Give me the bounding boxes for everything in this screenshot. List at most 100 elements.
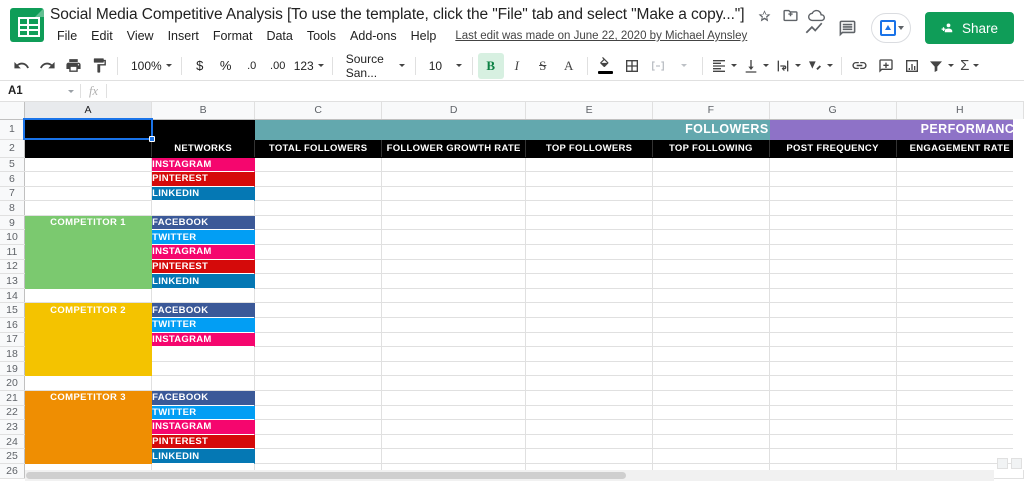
cell-B18[interactable] [151, 346, 256, 362]
cell-G11[interactable] [769, 244, 897, 260]
cell-C15[interactable] [254, 302, 383, 319]
cell-A19[interactable] [24, 361, 153, 377]
cell-E19[interactable] [525, 361, 654, 377]
cell-C14[interactable] [254, 288, 383, 304]
competitor-label[interactable]: COMPETITOR 2 [24, 302, 153, 319]
row-header-9[interactable]: 9 [0, 215, 25, 231]
network-tag-instagram[interactable]: INSTAGRAM [151, 244, 256, 260]
insert-link-icon[interactable] [847, 53, 873, 79]
subheader-networks[interactable]: NETWORKS [151, 139, 256, 158]
cell-A20[interactable] [24, 375, 153, 391]
last-edit-link[interactable]: Last edit was made on June 22, 2020 by M… [455, 30, 747, 42]
row-header-21[interactable]: 21 [0, 390, 25, 406]
cell-E12[interactable] [525, 259, 654, 275]
cell-F21[interactable] [652, 390, 770, 406]
cell-G17[interactable] [769, 332, 897, 348]
cell-E17[interactable] [525, 332, 654, 348]
menu-data[interactable]: Data [259, 27, 299, 45]
cell-D5[interactable] [381, 157, 527, 173]
cell-C21[interactable] [254, 390, 383, 406]
row-header-18[interactable]: 18 [0, 346, 25, 362]
sum-functions-icon[interactable]: Σ [957, 53, 983, 79]
cell-F5[interactable] [652, 157, 770, 173]
share-button[interactable]: Share [924, 12, 1014, 44]
font-size-selector[interactable]: 10 [421, 53, 467, 79]
cell-D8[interactable] [381, 200, 527, 216]
text-wrap-icon[interactable] [772, 53, 804, 79]
currency-format-button[interactable]: $ [187, 53, 213, 79]
cell-G13[interactable] [769, 273, 897, 289]
network-tag-pinterest[interactable]: PINTEREST [151, 434, 256, 450]
cell-B1[interactable] [151, 119, 256, 140]
paint-format-icon[interactable] [86, 53, 112, 79]
move-to-folder-icon[interactable] [782, 7, 799, 24]
cell-C6[interactable] [254, 171, 383, 187]
cell-G21[interactable] [769, 390, 897, 406]
cell-A8[interactable] [24, 200, 153, 216]
cell-F6[interactable] [652, 171, 770, 187]
present-button[interactable] [870, 13, 911, 43]
row-header-12[interactable]: 12 [0, 259, 25, 275]
network-tag-twitter[interactable]: TWITTER [151, 317, 256, 333]
cell-A23[interactable] [24, 419, 153, 435]
cell-F25[interactable] [652, 448, 770, 464]
cell-H23[interactable] [896, 419, 1024, 435]
cell-B8[interactable] [151, 200, 256, 216]
cell-H15[interactable] [896, 302, 1024, 319]
row-header-26[interactable]: 26 [0, 463, 25, 479]
italic-button[interactable]: I [504, 53, 530, 79]
fill-color-icon[interactable] [593, 53, 619, 79]
undo-icon[interactable] [8, 53, 34, 79]
cell-F17[interactable] [652, 332, 770, 348]
cell-C16[interactable] [254, 317, 383, 333]
cell-E15[interactable] [525, 302, 654, 319]
cell-D14[interactable] [381, 288, 527, 304]
increase-decimal-button[interactable]: .00 [265, 53, 291, 79]
cell-E14[interactable] [525, 288, 654, 304]
cell-D12[interactable] [381, 259, 527, 275]
subheader-post-frequency[interactable]: POST FREQUENCY [769, 139, 897, 158]
row-header-23[interactable]: 23 [0, 419, 25, 435]
cell-G18[interactable] [769, 346, 897, 362]
cell-F23[interactable] [652, 419, 770, 435]
merge-dropdown[interactable] [671, 53, 697, 79]
network-tag-linkedin[interactable]: LINKEDIN [151, 448, 256, 464]
cell-G6[interactable] [769, 171, 897, 187]
cell-A22[interactable] [24, 405, 153, 421]
cell-A14[interactable] [24, 288, 153, 304]
column-header-c[interactable]: C [254, 102, 383, 120]
cell-C23[interactable] [254, 419, 383, 435]
cell-H11[interactable] [896, 244, 1024, 260]
text-rotation-icon[interactable] [804, 53, 836, 79]
network-tag-facebook[interactable]: FACEBOOK [151, 302, 256, 319]
decrease-decimal-button[interactable]: .0 [239, 53, 265, 79]
cell-H17[interactable] [896, 332, 1024, 348]
subheader-blank[interactable] [24, 139, 153, 158]
cell-C17[interactable] [254, 332, 383, 348]
network-tag-pinterest[interactable]: PINTEREST [151, 259, 256, 275]
cell-E10[interactable] [525, 229, 654, 246]
cell-F9[interactable] [652, 215, 770, 231]
cell-F7[interactable] [652, 186, 770, 202]
cell-B14[interactable] [151, 288, 256, 304]
menu-file[interactable]: File [50, 27, 84, 45]
cell-E25[interactable] [525, 448, 654, 464]
cell-G8[interactable] [769, 200, 897, 216]
network-tag-twitter[interactable]: TWITTER [151, 405, 256, 421]
cell-G12[interactable] [769, 259, 897, 275]
cell-G19[interactable] [769, 361, 897, 377]
cell-C9[interactable] [254, 215, 383, 231]
banner-followers[interactable]: FOLLOWERS [254, 119, 770, 140]
network-tag-twitter[interactable]: TWITTER [151, 229, 256, 246]
network-tag-facebook[interactable]: FACEBOOK [151, 390, 256, 406]
cell-E11[interactable] [525, 244, 654, 260]
cell-H21[interactable] [896, 390, 1024, 406]
column-header-e[interactable]: E [525, 102, 654, 120]
cell-F22[interactable] [652, 405, 770, 421]
insert-comment-icon[interactable] [873, 53, 899, 79]
network-tag-facebook[interactable]: FACEBOOK [151, 215, 256, 231]
cell-C19[interactable] [254, 361, 383, 377]
cell-H14[interactable] [896, 288, 1024, 304]
cell-B19[interactable] [151, 361, 256, 377]
insert-chart-icon[interactable] [899, 53, 925, 79]
